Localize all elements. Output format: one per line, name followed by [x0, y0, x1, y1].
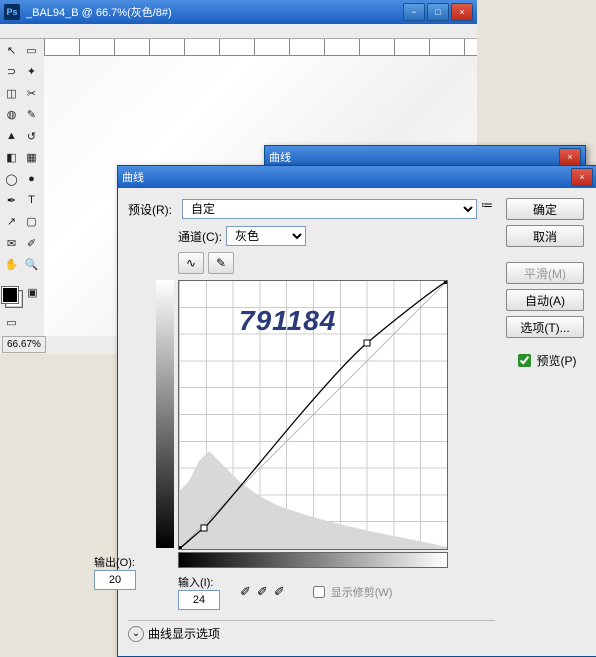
display-options-expander[interactable]: ⌄ 曲线显示选项 — [128, 620, 495, 646]
ruler-horizontal[interactable] — [44, 39, 477, 56]
path-tool[interactable]: ↗ — [2, 212, 21, 231]
curve-graph[interactable]: 791184 — [178, 280, 448, 550]
pen-tool[interactable]: ✒ — [2, 191, 21, 210]
options-bar[interactable] — [0, 24, 477, 39]
type-tool[interactable]: T — [22, 191, 41, 210]
history-brush-tool[interactable]: ↺ — [22, 127, 41, 146]
separator — [2, 277, 42, 281]
wand-tool[interactable]: ✦ — [22, 62, 41, 81]
ok-button[interactable]: 确定 — [506, 198, 584, 220]
preset-menu-icon[interactable]: ≔ — [481, 198, 493, 212]
brush-tool[interactable]: ✎ — [22, 105, 41, 124]
screen-mode-tool[interactable]: ▭ — [2, 313, 21, 332]
preset-label: 预设(R): — [128, 201, 178, 218]
show-clipping-checkbox[interactable]: 显示修剪(W) — [309, 583, 393, 601]
pencil-mode-button[interactable]: ✎ — [208, 252, 234, 274]
input-label: 输入(I): — [178, 574, 220, 590]
display-options-label: 曲线显示选项 — [148, 625, 220, 642]
dialog-titlebar[interactable]: 曲线 × — [118, 166, 596, 188]
ps-icon: Ps — [4, 4, 20, 20]
preview-input[interactable] — [518, 354, 531, 367]
channel-label: 通道(C): — [178, 228, 222, 245]
preset-select[interactable]: 自定 — [182, 199, 477, 219]
close-button[interactable]: × — [451, 3, 473, 21]
eyedropper-black-icon[interactable]: ✐ — [240, 584, 251, 600]
show-clipping-label: 显示修剪(W) — [331, 584, 393, 600]
small-dialog-title: 曲线 — [269, 149, 559, 165]
blur-tool[interactable]: ◯ — [2, 170, 21, 189]
heal-tool[interactable]: ◍ — [2, 105, 21, 124]
input-field[interactable] — [178, 590, 220, 610]
options-button[interactable]: 选项(T)... — [506, 316, 584, 338]
zoom-level[interactable]: 66.67% — [2, 336, 46, 353]
dialog-title: 曲线 — [122, 169, 571, 185]
curves-dialog: 曲线 × 预设(R): 自定 ≔ 通道(C): 灰色 ∿ ✎ — [117, 165, 596, 657]
gradient-tool[interactable]: ▦ — [22, 148, 41, 167]
hand-tool[interactable]: ✋ — [2, 255, 21, 274]
main-titlebar[interactable]: Ps _BAL94_B @ 66.7%(灰色/8#) − □ × — [0, 0, 477, 24]
document-title: _BAL94_B @ 66.7%(灰色/8#) — [26, 4, 403, 20]
eyedropper-white-icon[interactable]: ✐ — [274, 584, 285, 600]
zoom-tool[interactable]: 🔍 — [22, 255, 41, 274]
minimize-button[interactable]: − — [403, 3, 425, 21]
dodge-tool[interactable]: ● — [22, 170, 41, 189]
toolbox: ↖ ▭ ⊃ ✦ ◫ ✂ ◍ ✎ ▲ ↺ ◧ ▦ ◯ ● ✒ T ↗ ▢ ✉ ✐ … — [0, 39, 44, 336]
show-clipping-input[interactable] — [313, 586, 325, 598]
curves-dialog-behind: 曲线 × — [264, 145, 586, 167]
eraser-tool[interactable]: ◧ — [2, 148, 21, 167]
channel-select[interactable]: 灰色 — [226, 226, 306, 246]
stamp-tool[interactable]: ▲ — [2, 127, 21, 146]
lasso-tool[interactable]: ⊃ — [2, 62, 21, 81]
output-gradient — [156, 280, 174, 548]
preview-label: 预览(P) — [537, 352, 577, 369]
maximize-button[interactable]: □ — [427, 3, 449, 21]
chevron-expand-icon: ⌄ — [128, 626, 144, 642]
quick-mask-tool[interactable]: ▣ — [23, 283, 42, 302]
cancel-button[interactable]: 取消 — [506, 225, 584, 247]
crop-tool[interactable]: ◫ — [2, 84, 21, 103]
dialog-close-button[interactable]: × — [571, 168, 593, 186]
color-swatch[interactable] — [2, 287, 22, 307]
fg-color[interactable] — [2, 287, 18, 303]
auto-button[interactable]: 自动(A) — [506, 289, 584, 311]
close-icon[interactable]: × — [559, 148, 581, 166]
input-gradient — [178, 552, 448, 568]
slice-tool[interactable]: ✂ — [22, 84, 41, 103]
eyedropper-tool[interactable]: ✐ — [22, 234, 41, 253]
move-tool[interactable]: ↖ — [2, 41, 21, 60]
curve-line — [179, 281, 447, 549]
output-group: 输出(O): — [94, 554, 136, 590]
notes-tool[interactable]: ✉ — [2, 234, 21, 253]
shape-tool[interactable]: ▢ — [22, 212, 41, 231]
output-label: 输出(O): — [94, 554, 136, 570]
preview-checkbox[interactable]: 预览(P) — [514, 351, 577, 370]
eyedropper-gray-icon[interactable]: ✐ — [257, 584, 268, 600]
marquee-tool[interactable]: ▭ — [22, 41, 41, 60]
curve-mode-button[interactable]: ∿ — [178, 252, 204, 274]
output-field[interactable] — [94, 570, 136, 590]
smooth-button[interactable]: 平滑(M) — [506, 262, 584, 284]
